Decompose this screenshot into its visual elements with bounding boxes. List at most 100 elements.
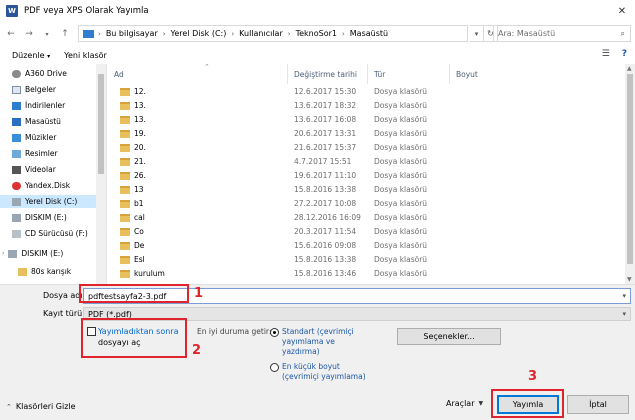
sidebar-item-music[interactable]: Müzikler <box>4 131 56 144</box>
chevron-down-icon[interactable]: ▾ <box>622 292 626 300</box>
table-row[interactable]: b1 27.2.2017 10:08 Dosya klasörü <box>108 197 623 211</box>
sidebar-item-desktop[interactable]: Masaüstü <box>4 115 61 128</box>
table-row[interactable]: 13. 13.6.2017 18:32 Dosya klasörü <box>108 99 623 113</box>
chevron-right-icon: › <box>341 29 345 38</box>
file-name: Co <box>134 227 144 236</box>
close-icon[interactable]: ✕ <box>615 4 629 18</box>
chevron-right-icon: › <box>231 29 235 38</box>
publish-button[interactable]: Yayımla <box>497 395 559 414</box>
sidebar-item-cd-drive[interactable]: CD Sürücüsü (F:) <box>4 227 88 240</box>
sidebar-item-diskim-e-root[interactable]: › DISKIM (E:) <box>0 247 63 260</box>
sidebar-item-downloads[interactable]: İndirilenler <box>4 99 65 112</box>
file-date: 12.6.2017 15:30 <box>294 87 357 96</box>
open-after-publish-label[interactable]: Yayımladıktan sonra dosyayı aç <box>98 326 188 348</box>
scroll-up-icon[interactable]: ▲ <box>627 65 632 72</box>
folder-icon <box>120 186 130 194</box>
table-row[interactable]: 20. 21.6.2017 15:37 Dosya klasörü <box>108 141 623 155</box>
table-row[interactable]: 12. 12.6.2017 15:30 Dosya klasörü <box>108 85 623 99</box>
file-type: Dosya klasörü <box>374 185 428 194</box>
table-row[interactable]: cal 28.12.2016 16:09 Dosya klasörü <box>108 211 623 225</box>
sidebar-item-videos[interactable]: Videolar <box>4 163 56 176</box>
help-icon[interactable]: ? <box>622 49 627 59</box>
file-date: 27.2.2017 10:08 <box>294 199 357 208</box>
open-after-publish-line2: dosyayı aç <box>98 338 141 347</box>
sidebar-item-a360[interactable]: A360 Drive <box>4 67 67 80</box>
sidebar-item-label: DISKIM (E:) <box>21 249 64 258</box>
scrollbar-thumb[interactable] <box>627 74 633 264</box>
organize-menu[interactable]: Düzenle ▾ <box>12 51 50 60</box>
sidebar-item-pictures[interactable]: Resimler <box>4 147 58 160</box>
table-row[interactable]: Esl 15.8.2016 13:38 Dosya klasörü <box>108 253 623 267</box>
sidebar-item-documents[interactable]: Belgeler <box>4 83 56 96</box>
filename-field[interactable]: pdftestsayfa2-3.pdf ▾ <box>83 288 631 304</box>
scroll-down-icon[interactable]: ▼ <box>627 276 632 283</box>
file-type: Dosya klasörü <box>374 143 428 152</box>
address-bar[interactable]: › Bu bilgisayar › Yerel Disk (C:) › Kull… <box>78 25 468 42</box>
sidebar-item-label: Masaüstü <box>25 117 61 126</box>
sidebar-item-80s[interactable]: 80s karışık <box>4 265 71 278</box>
cloud-icon <box>12 69 21 78</box>
up-icon[interactable]: ↑ <box>58 27 72 41</box>
file-list-scrollbar[interactable]: ▲ ▼ <box>625 64 635 284</box>
search-input[interactable]: Ara: Masaüstü ⌕ <box>493 25 631 42</box>
videos-icon <box>12 165 21 174</box>
sidebar-scrollbar[interactable] <box>96 64 106 284</box>
open-after-publish-checkbox[interactable] <box>87 327 96 336</box>
table-row[interactable]: 13. 13.6.2017 16:08 Dosya klasörü <box>108 113 623 127</box>
radio-standard-label[interactable]: Standart (çevrimiçi yayımlama ve yazdırm… <box>282 327 354 357</box>
column-header-label: Boyut <box>456 69 478 79</box>
radio-minimum-size[interactable] <box>270 363 279 372</box>
table-row[interactable]: kurulum 15.8.2016 13:46 Dosya klasörü <box>108 267 623 281</box>
sidebar-item-diskim-e[interactable]: DISKIM (E:) <box>4 211 67 224</box>
filetype-select[interactable]: PDF (*.pdf) ▾ <box>83 307 631 321</box>
column-header-label: Tür <box>374 69 386 79</box>
chevron-down-icon[interactable]: ▾ <box>622 310 626 318</box>
tools-label: Araçlar <box>446 399 475 408</box>
column-header-size[interactable]: Boyut <box>450 64 530 84</box>
annotation-number-1: 1 <box>194 286 204 301</box>
downloads-icon <box>12 101 21 110</box>
column-header-date[interactable]: Değiştirme tarihi <box>288 64 368 84</box>
recent-locations-chevron-icon[interactable]: ▾ <box>40 27 54 41</box>
radio-standard[interactable] <box>270 328 279 337</box>
address-row: ← → ▾ ↑ › Bu bilgisayar › Yerel Disk (C:… <box>0 22 635 46</box>
sidebar-item-local-disk-c[interactable]: Yerel Disk (C:) <box>0 195 96 208</box>
folder-icon <box>120 102 130 110</box>
address-dropdown-icon[interactable]: ▾ <box>470 25 484 42</box>
table-row[interactable]: 19. 20.6.2017 13:31 Dosya klasörü <box>108 127 623 141</box>
chevron-right-icon[interactable]: › <box>2 250 4 257</box>
breadcrumb-item[interactable]: Yerel Disk (C:) <box>171 29 227 38</box>
radio-minimum-size-label[interactable]: En küçük boyut (çevrimiçi yayımlama) <box>282 362 366 382</box>
filetype-value: PDF (*.pdf) <box>88 309 132 319</box>
cancel-button[interactable]: İptal <box>567 395 629 414</box>
breadcrumb-item[interactable]: Kullanıcılar <box>239 29 283 38</box>
view-options-icon[interactable]: ☰ <box>602 49 610 59</box>
back-icon[interactable]: ← <box>4 27 18 41</box>
breadcrumb-item[interactable]: Masaüstü <box>350 29 388 38</box>
pictures-icon <box>12 149 21 158</box>
file-date: 13.6.2017 18:32 <box>294 101 357 110</box>
sidebar-item-label: Yandex.Disk <box>25 181 71 190</box>
table-row[interactable]: 21. 4.7.2017 15:51 Dosya klasörü <box>108 155 623 169</box>
breadcrumb-item[interactable]: Bu bilgisayar <box>106 29 158 38</box>
file-type: Dosya klasörü <box>374 213 428 222</box>
table-row[interactable]: 26. 19.6.2017 11:10 Dosya klasörü <box>108 169 623 183</box>
table-row[interactable]: 13 15.8.2016 13:38 Dosya klasörü <box>108 183 623 197</box>
hide-folders-toggle[interactable]: ⌃ Klasörleri Gizle <box>6 402 76 411</box>
forward-icon[interactable]: → <box>22 27 36 41</box>
file-type: Dosya klasörü <box>374 129 428 138</box>
documents-icon <box>12 85 21 94</box>
column-header-type[interactable]: Tür <box>368 64 450 84</box>
table-row[interactable]: Co 20.3.2017 11:54 Dosya klasörü <box>108 225 623 239</box>
sidebar-item-yandex[interactable]: Yandex.Disk <box>4 179 70 192</box>
column-header-name[interactable]: Ad ⌃ <box>108 64 288 84</box>
folder-icon <box>120 130 130 138</box>
new-folder-button[interactable]: Yeni klasör <box>64 51 107 60</box>
file-type: Dosya klasörü <box>374 241 428 250</box>
breadcrumb-item[interactable]: TeknoSor1 <box>296 29 337 38</box>
file-date: 20.6.2017 13:31 <box>294 129 357 138</box>
scrollbar-thumb[interactable] <box>98 74 104 174</box>
table-row[interactable]: De 15.6.2016 09:08 Dosya klasörü <box>108 239 623 253</box>
options-button[interactable]: Seçenekler... <box>397 328 501 345</box>
tools-menu[interactable]: Araçlar ▼ <box>446 399 483 408</box>
